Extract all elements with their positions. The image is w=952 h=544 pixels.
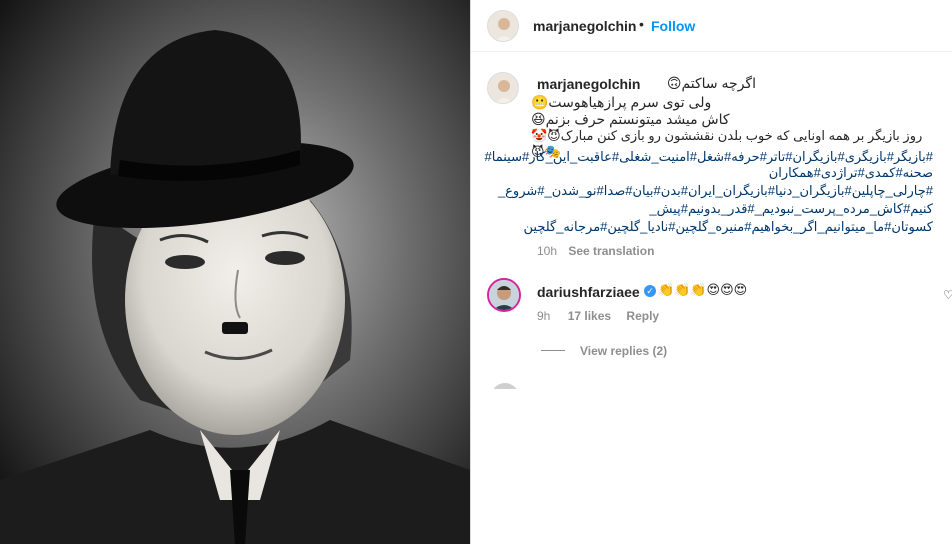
author-avatar[interactable]: [487, 10, 519, 42]
verified-badge-icon: ✓: [644, 285, 656, 297]
avatar-image: [488, 73, 518, 103]
hashtag-line[interactable]: صحنه#کمدی#تراژدی#همکاران: [533, 164, 933, 181]
caption-timestamp[interactable]: 10h: [537, 244, 557, 258]
comment-text: 👏👏👏😍😍😍: [658, 282, 748, 297]
comment-timestamp[interactable]: 9h: [537, 309, 550, 323]
hashtag-line[interactable]: کنیم#کاش_مرده_پرست_نبودیم_#قدر_بدونیم#پی…: [533, 200, 933, 217]
replies-divider-line: [541, 350, 565, 351]
caption-line-2: ولی توی سرم پرازهیاهوست😬: [531, 94, 712, 110]
caption-username[interactable]: marjanegolchin: [537, 76, 640, 92]
see-translation-link[interactable]: See translation: [568, 244, 654, 258]
next-comment-avatar[interactable]: [491, 383, 519, 389]
comment-likes[interactable]: 17 likes: [568, 309, 611, 323]
view-replies-button[interactable]: View replies (2): [580, 344, 667, 358]
caption-line-1: اگرچه ساکتم🙃: [666, 75, 756, 91]
post-image[interactable]: [0, 0, 470, 544]
avatar-image: [489, 280, 519, 310]
caption-line-3: کاش میشد میتونستم حرف بزنم😆: [531, 111, 730, 127]
separator-dot: •: [639, 16, 644, 32]
hashtag-line[interactable]: #چارلی_چاپلین#بازیگران_دنیا#بازیگران_ایر…: [498, 182, 933, 199]
comment-username[interactable]: dariushfarziaee: [537, 284, 640, 300]
follow-button[interactable]: Follow: [651, 18, 695, 34]
author-username[interactable]: marjanegolchin: [533, 18, 636, 34]
caption-meta: 10h See translation: [537, 244, 654, 258]
portrait-illustration: [0, 0, 470, 544]
heart-icon[interactable]: ♡: [943, 288, 952, 302]
avatar-image: [488, 11, 518, 41]
comment-meta: 9h 17 likes Reply: [537, 309, 659, 323]
hashtag-line[interactable]: کسوتان#ما_میتوانیم_اگر_بخواهیم#منیره_گلچ…: [524, 218, 934, 235]
caption-avatar[interactable]: [487, 72, 519, 104]
commenter-avatar[interactable]: [487, 278, 521, 312]
post-header: marjanegolchin • Follow: [471, 0, 952, 52]
reply-button[interactable]: Reply: [626, 309, 659, 323]
hashtag-line[interactable]: #بازیگر#بازیگری#بازیگران#تاتر#حرفه#شغل#ا…: [485, 148, 933, 165]
post-sidebar: marjanegolchin • Follow marjanegolchin ا…: [471, 0, 952, 544]
